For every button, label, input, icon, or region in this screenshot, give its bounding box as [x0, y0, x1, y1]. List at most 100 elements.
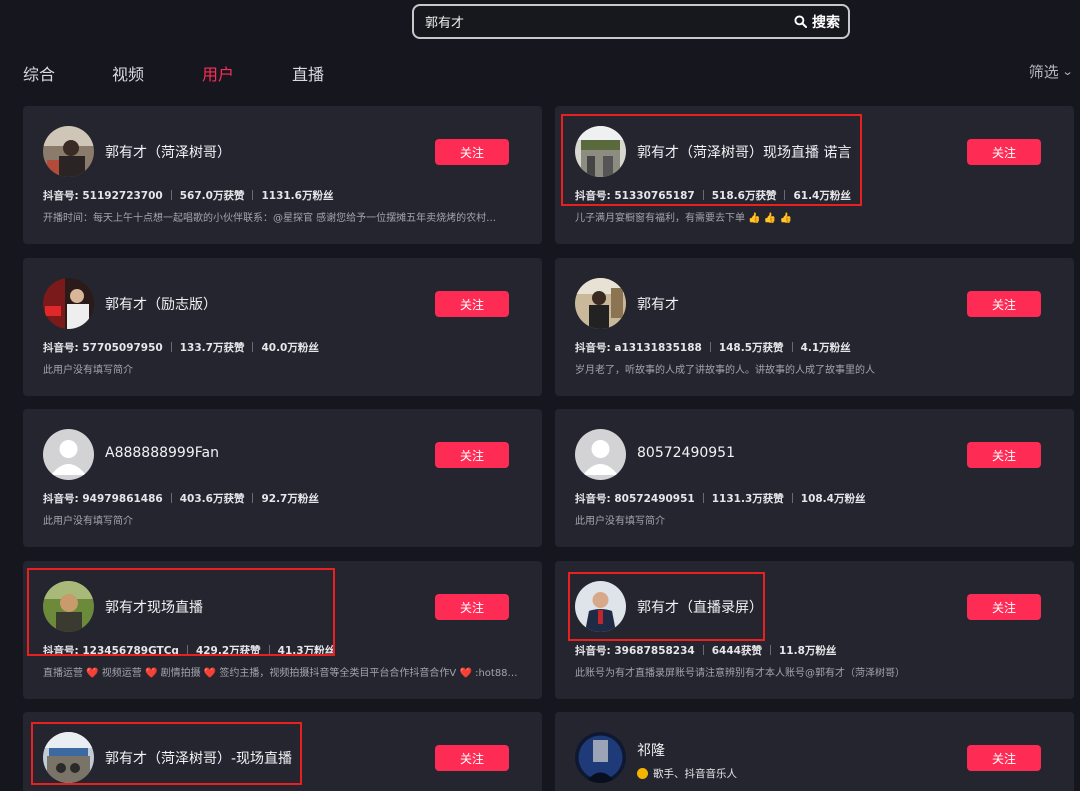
user-stats: 抖音号: 51192723700 567.0万获赞 1131.6万粉丝	[43, 188, 333, 203]
divider	[702, 493, 704, 503]
divider	[702, 190, 704, 200]
chevron-down-icon: ⌄	[1061, 65, 1074, 78]
tab-videos[interactable]: 视频	[112, 61, 144, 85]
user-bio: 此用户没有填写简介	[43, 516, 133, 527]
likes-count: 148.5万获赞	[718, 342, 784, 354]
user-bio: 儿子满月宴橱窗有福利，有需要去下单 👍 👍 👍	[575, 213, 792, 224]
user-card[interactable]: 郭有才现场直播 关注 抖音号: 123456789GTCg 429.2万获赞 41.…	[23, 561, 542, 699]
avatar	[43, 126, 94, 177]
user-id: 抖音号: 57705097950	[43, 342, 163, 354]
avatar	[575, 581, 626, 632]
tab-live[interactable]: 直播	[292, 61, 324, 85]
user-bio: 直播运营 ❤️ 视频运营 ❤️ 剧情拍摄 ❤️ 签约主播，视频拍摄抖音等全类目平…	[43, 668, 518, 679]
user-card[interactable]: 郭有才（直播录屏） 关注 抖音号: 39687858234 6444获赞 11.8万…	[555, 561, 1074, 699]
follow-button[interactable]: 关注	[967, 594, 1041, 620]
user-stats: 抖音号: 80572490951 1131.3万获赞 108.4万粉丝	[575, 491, 865, 506]
user-id: 抖音号: 51330765187	[575, 190, 695, 202]
user-id: 抖音号: 94979861486	[43, 493, 163, 505]
search-bar: 搜索	[412, 4, 850, 39]
user-name[interactable]: 郭有才（励志版）	[105, 294, 217, 314]
user-card[interactable]: 郭有才（菏泽树哥）-现场直播 关注	[23, 712, 542, 791]
user-stats: 抖音号: 57705097950 133.7万获赞 40.0万粉丝	[43, 340, 319, 355]
user-bio: 此用户没有填写简介	[43, 365, 133, 376]
avatar	[575, 732, 626, 783]
user-name[interactable]: 80572490951	[637, 445, 735, 461]
user-stats: 抖音号: 94979861486 403.6万获赞 92.7万粉丝	[43, 491, 319, 506]
user-id: 抖音号: 39687858234	[575, 645, 695, 657]
user-bio: 此账号为有才直播录屏账号请注意辨别有才本人账号@郭有才（菏泽树哥）	[575, 668, 905, 679]
follow-button[interactable]: 关注	[967, 442, 1041, 468]
divider	[769, 645, 771, 655]
divider	[709, 342, 711, 352]
likes-count: 429.2万获赞	[195, 645, 261, 657]
divider	[702, 645, 704, 655]
user-stats: 抖音号: 39687858234 6444获赞 11.8万粉丝	[575, 643, 836, 658]
follow-button[interactable]: 关注	[435, 139, 509, 165]
likes-count: 403.6万获赞	[179, 493, 245, 505]
divider	[170, 190, 172, 200]
divider	[170, 493, 172, 503]
user-card[interactable]: 郭有才 关注 抖音号: a13131835188 148.5万获赞 4.1万粉丝 岁…	[555, 258, 1074, 396]
divider	[791, 342, 793, 352]
search-button[interactable]: 搜索	[794, 12, 840, 32]
user-card[interactable]: 郭有才（励志版） 关注 抖音号: 57705097950 133.7万获赞 40.0…	[23, 258, 542, 396]
avatar	[575, 429, 626, 480]
result-tabs: 综合 视频 用户 直播 筛选 ⌄	[0, 56, 1080, 86]
fans-count: 41.3万粉丝	[277, 645, 336, 657]
user-name[interactable]: 郭有才（直播录屏）	[637, 597, 763, 617]
avatar	[43, 732, 94, 783]
user-name[interactable]: 郭有才	[637, 294, 679, 314]
search-input[interactable]	[414, 14, 794, 29]
likes-count: 567.0万获赞	[179, 190, 245, 202]
user-name[interactable]: 郭有才（菏泽树哥）现场直播 诺言	[637, 142, 851, 162]
user-bio: 开播时间：每天上午十点想一起唱歌的小伙伴联系：@星探官 感谢您给予一位摆摊五年卖…	[43, 213, 497, 224]
user-id: 抖音号: 51192723700	[43, 190, 163, 202]
fans-count: 108.4万粉丝	[800, 493, 866, 505]
user-name[interactable]: A888888999Fan	[105, 445, 219, 461]
avatar	[575, 126, 626, 177]
tab-all[interactable]: 综合	[23, 61, 55, 85]
likes-count: 133.7万获赞	[179, 342, 245, 354]
divider	[791, 493, 793, 503]
user-bio: 岁月老了，听故事的人成了讲故事的人。讲故事的人成了故事里的人	[575, 365, 875, 376]
user-id: 抖音号: 80572490951	[575, 493, 695, 505]
user-name[interactable]: 郭有才现场直播	[105, 597, 203, 617]
user-stats: 抖音号: 123456789GTCg 429.2万获赞 41.3万粉丝	[43, 643, 335, 658]
likes-count: 6444获赞	[711, 645, 762, 657]
search-button-label: 搜索	[812, 14, 840, 31]
follow-button[interactable]: 关注	[967, 745, 1041, 771]
user-card[interactable]: 祁隆 歌手、抖音音乐人 关注	[555, 712, 1074, 791]
user-stats: 抖音号: a13131835188 148.5万获赞 4.1万粉丝	[575, 340, 851, 355]
avatar	[575, 278, 626, 329]
user-card[interactable]: 郭有才（菏泽树哥） 关注 抖音号: 51192723700 567.0万获赞 113…	[23, 106, 542, 244]
fans-count: 61.4万粉丝	[793, 190, 851, 202]
likes-count: 1131.3万获赞	[711, 493, 784, 505]
fans-count: 40.0万粉丝	[261, 342, 319, 354]
user-card[interactable]: A888888999Fan 关注 抖音号: 94979861486 403.6万获…	[23, 409, 542, 547]
follow-button[interactable]: 关注	[435, 745, 509, 771]
user-name[interactable]: 郭有才（菏泽树哥）	[105, 142, 231, 162]
user-name[interactable]: 郭有才（菏泽树哥）-现场直播	[105, 748, 292, 768]
fans-count: 1131.6万粉丝	[261, 190, 334, 202]
fans-count: 4.1万粉丝	[800, 342, 851, 354]
follow-button[interactable]: 关注	[435, 442, 509, 468]
divider	[186, 645, 188, 655]
user-card[interactable]: 80572490951 关注 抖音号: 80572490951 1131.3万获赞…	[555, 409, 1074, 547]
divider	[252, 190, 254, 200]
divider	[252, 493, 254, 503]
follow-button[interactable]: 关注	[967, 291, 1041, 317]
filter-label: 筛选	[1028, 63, 1059, 81]
avatar	[43, 581, 94, 632]
avatar	[43, 429, 94, 480]
tab-users[interactable]: 用户	[202, 61, 234, 85]
filter-dropdown[interactable]: 筛选 ⌄	[1028, 61, 1074, 82]
user-name[interactable]: 祁隆	[637, 740, 665, 760]
follow-button[interactable]: 关注	[435, 594, 509, 620]
likes-count: 518.6万获赞	[711, 190, 777, 202]
user-card[interactable]: 郭有才（菏泽树哥）现场直播 诺言 关注 抖音号: 51330765187 518.…	[555, 106, 1074, 244]
fans-count: 11.8万粉丝	[778, 645, 837, 657]
follow-button[interactable]: 关注	[435, 291, 509, 317]
follow-button[interactable]: 关注	[967, 139, 1041, 165]
divider	[268, 645, 270, 655]
user-id: 抖音号: a13131835188	[575, 342, 702, 354]
